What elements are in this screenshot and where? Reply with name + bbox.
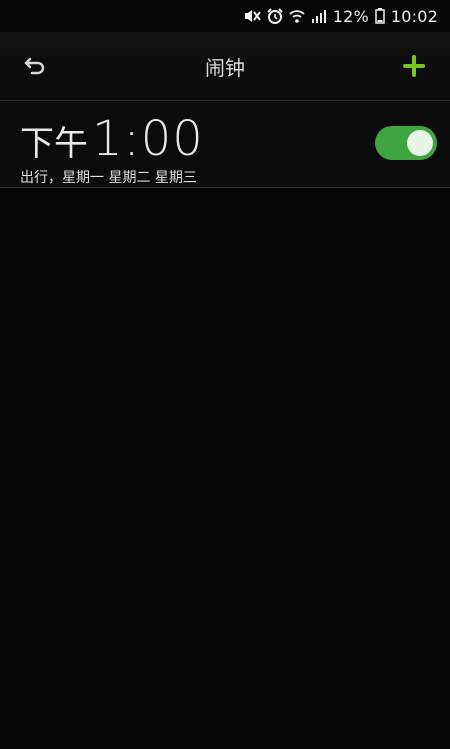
- alarm-description: 出行，星期一 星期二 星期三: [20, 170, 197, 186]
- alarm-time: 下午 1:00: [20, 111, 204, 167]
- signal-icon: [311, 8, 327, 24]
- page-title: 闹钟: [205, 55, 245, 80]
- alarm-toggle[interactable]: [375, 126, 437, 160]
- alarm-time-value: 1:00: [92, 111, 204, 167]
- back-button[interactable]: [18, 48, 54, 84]
- back-arrow-icon: [24, 57, 45, 75]
- add-alarm-button[interactable]: [394, 46, 434, 86]
- wifi-icon: [289, 8, 305, 24]
- status-bar: 12% 10:02: [0, 0, 450, 32]
- status-clock: 10:02: [390, 6, 438, 26]
- battery-icon: [375, 8, 385, 24]
- alarm-list-item[interactable]: 下午 1:00 出行，星期一 星期二 星期三: [0, 101, 450, 188]
- battery-percent: 12%: [332, 6, 369, 26]
- alarm-ampm: 下午: [20, 124, 88, 164]
- toggle-knob: [407, 130, 433, 156]
- plus-icon: [403, 55, 425, 77]
- alarm-icon: [267, 8, 283, 24]
- alarm-screen: 12% 10:02 闹钟 下午 1:00 出行，星期一 星期二 星期三: [0, 0, 450, 749]
- mute-icon: [243, 8, 261, 24]
- action-bar: 闹钟: [0, 32, 450, 101]
